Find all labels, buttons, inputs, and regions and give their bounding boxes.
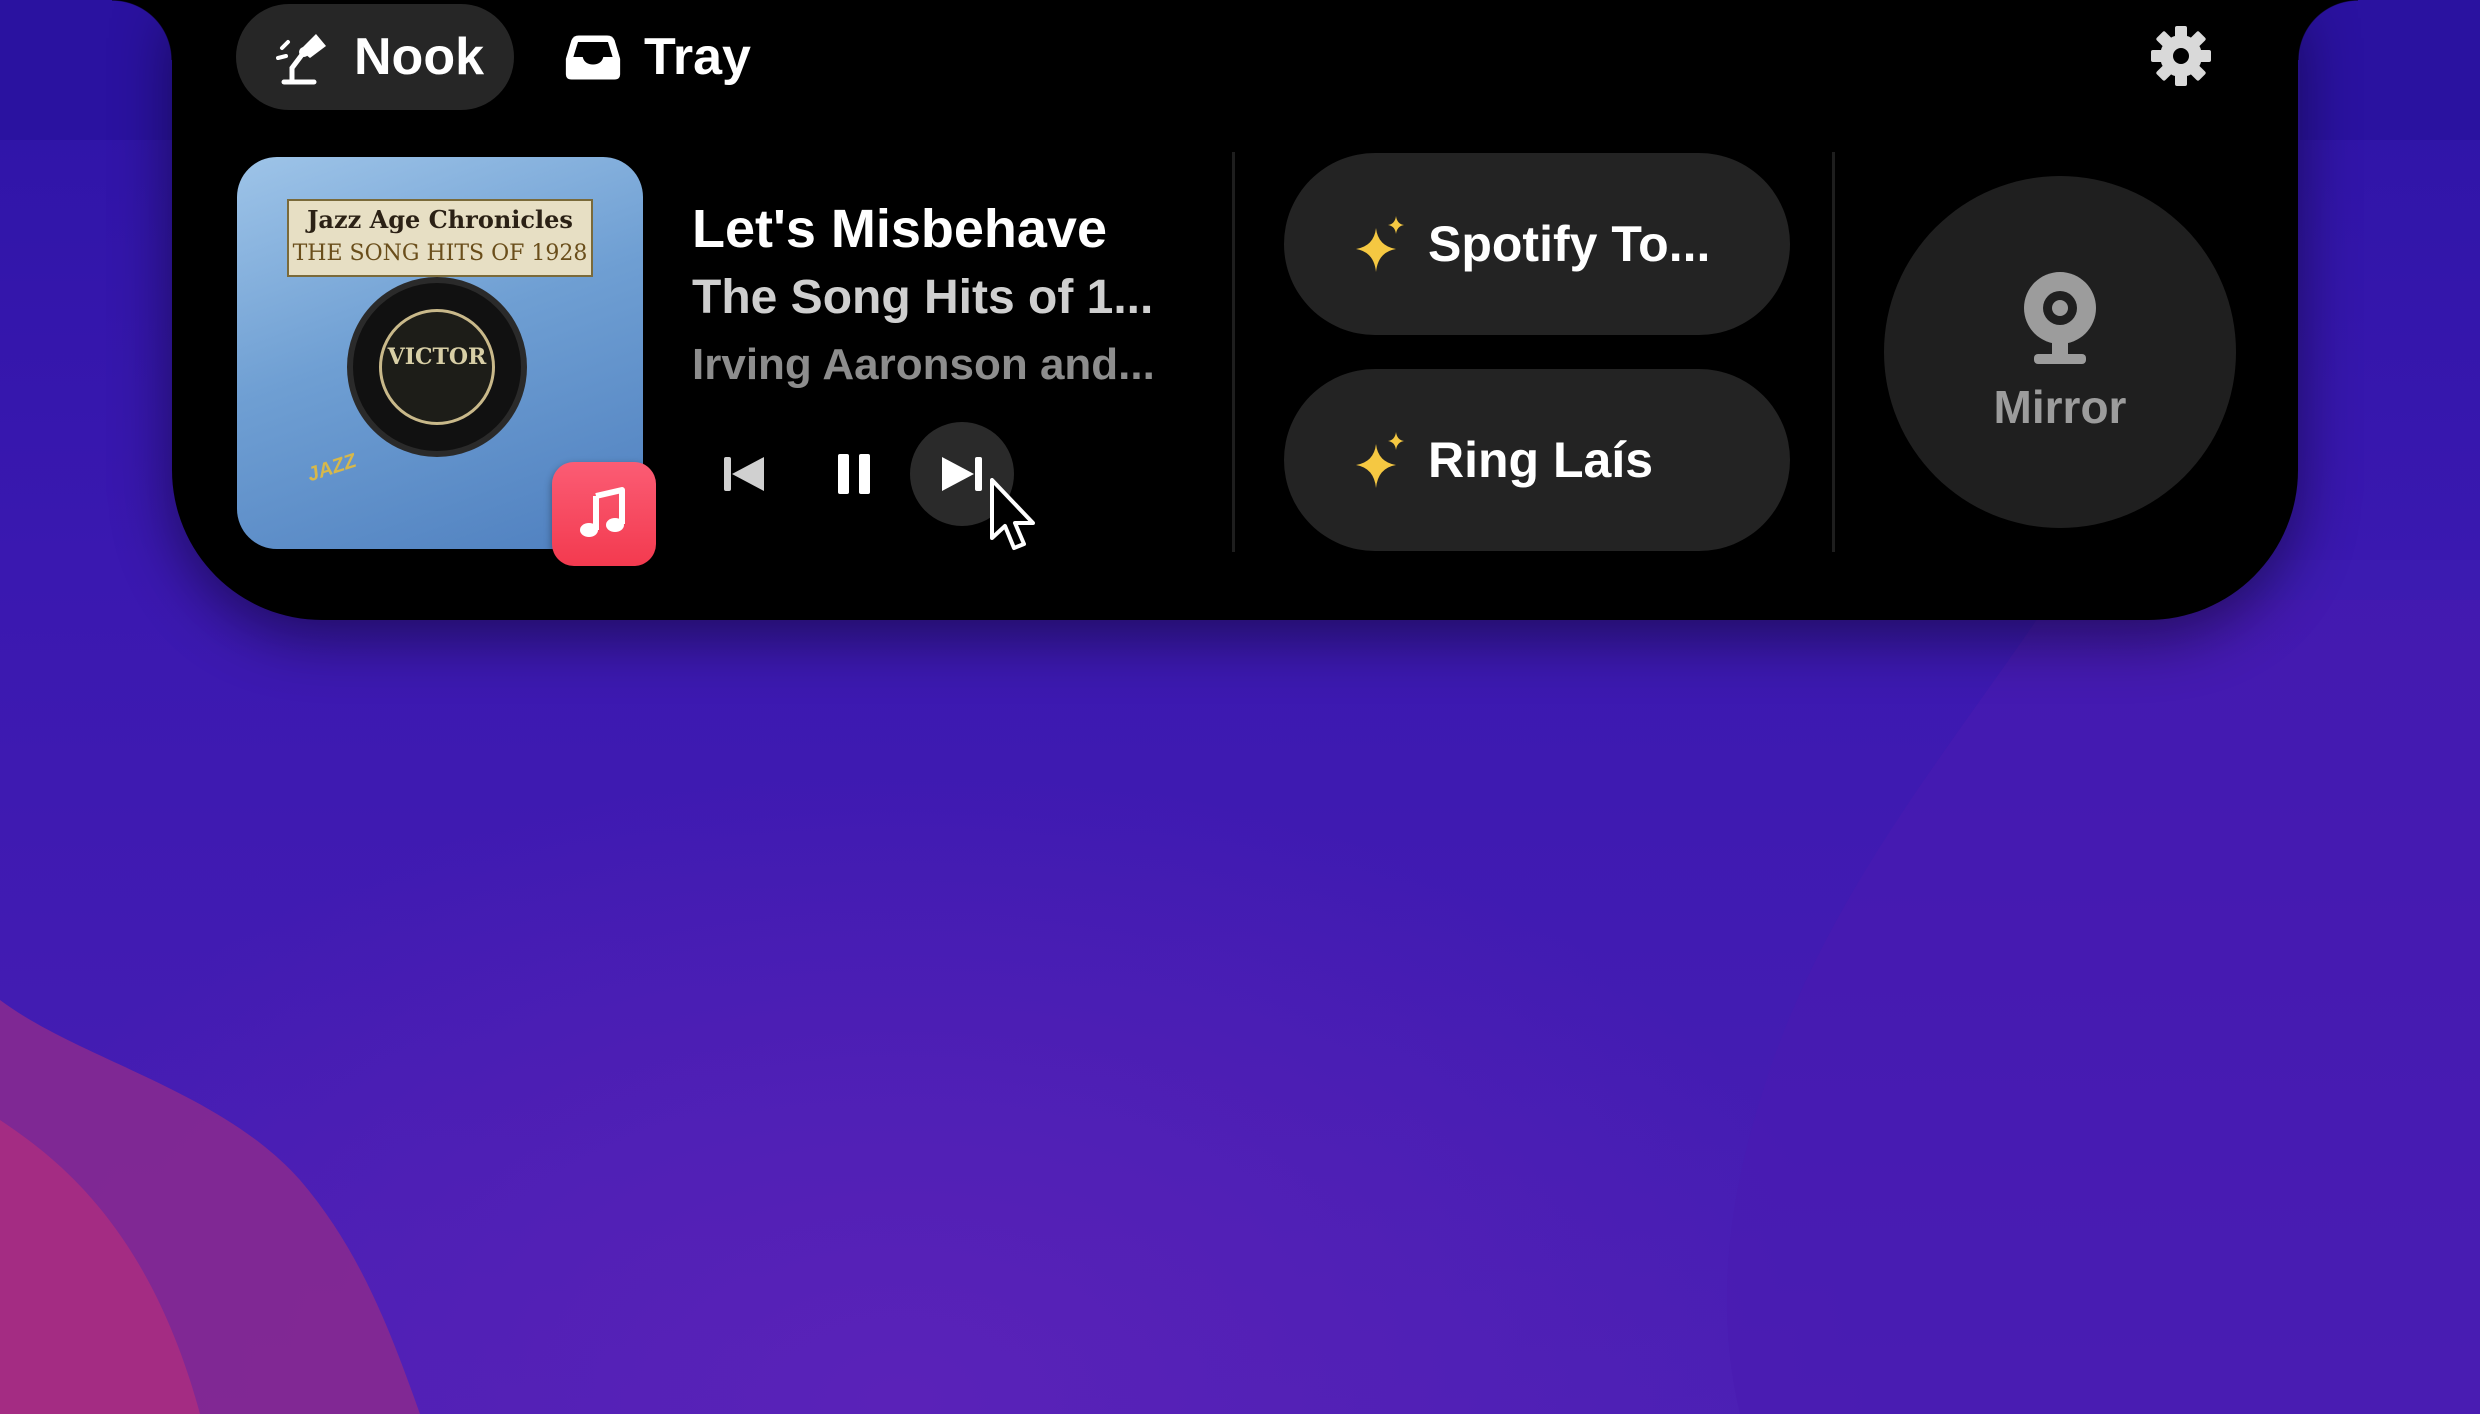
mirror-label: Mirror [1993,381,2127,433]
tab-tray[interactable]: Tray [560,4,790,110]
shortcut-spotify-label: Spotify To... [1428,216,1711,272]
next-track-icon [942,457,982,491]
tab-nook[interactable]: Nook [236,4,514,110]
shortcut-ring-label: Ring Laís [1428,432,1654,488]
sparkles-icon [1356,216,1404,272]
webcam-icon [2024,272,2096,364]
desk-lamp-icon [274,28,332,86]
previous-track-button[interactable] [692,422,796,526]
artwork-banner: Jazz Age Chronicles THE SONG HITS OF 192… [287,199,593,277]
shortcut-spotify-button[interactable]: Spotify To... [1284,153,1790,335]
previous-track-icon [724,457,764,491]
track-title: Let's Misbehave [692,199,1107,259]
artwork-record: VICTOR [347,277,527,457]
tab-nook-label: Nook [354,28,484,86]
gear-icon[interactable] [2150,25,2212,87]
sparkles-icon [1356,432,1404,488]
artwork-banner-title: Jazz Age Chronicles [307,205,573,234]
track-album: The Song Hits of 1... [692,271,1154,324]
track-artist: Irving Aaronson and... [692,340,1155,389]
tray-icon [564,28,622,86]
section-divider [1232,152,1235,552]
mirror-button[interactable]: Mirror [1884,176,2236,528]
artwork-banner-subtitle: THE SONG HITS OF 1928 [292,241,588,266]
record-brand: VICTOR [387,344,487,370]
pause-icon [838,454,870,494]
section-divider [1832,152,1835,552]
tab-tray-label: Tray [644,28,751,86]
pause-button[interactable] [802,422,906,526]
shortcut-ring-button[interactable]: Ring Laís [1284,369,1790,551]
music-note-icon [552,462,656,566]
mouse-pointer-icon [990,478,1035,550]
artwork-tag: JAZZ [304,449,360,487]
record-label: VICTOR [379,309,495,425]
